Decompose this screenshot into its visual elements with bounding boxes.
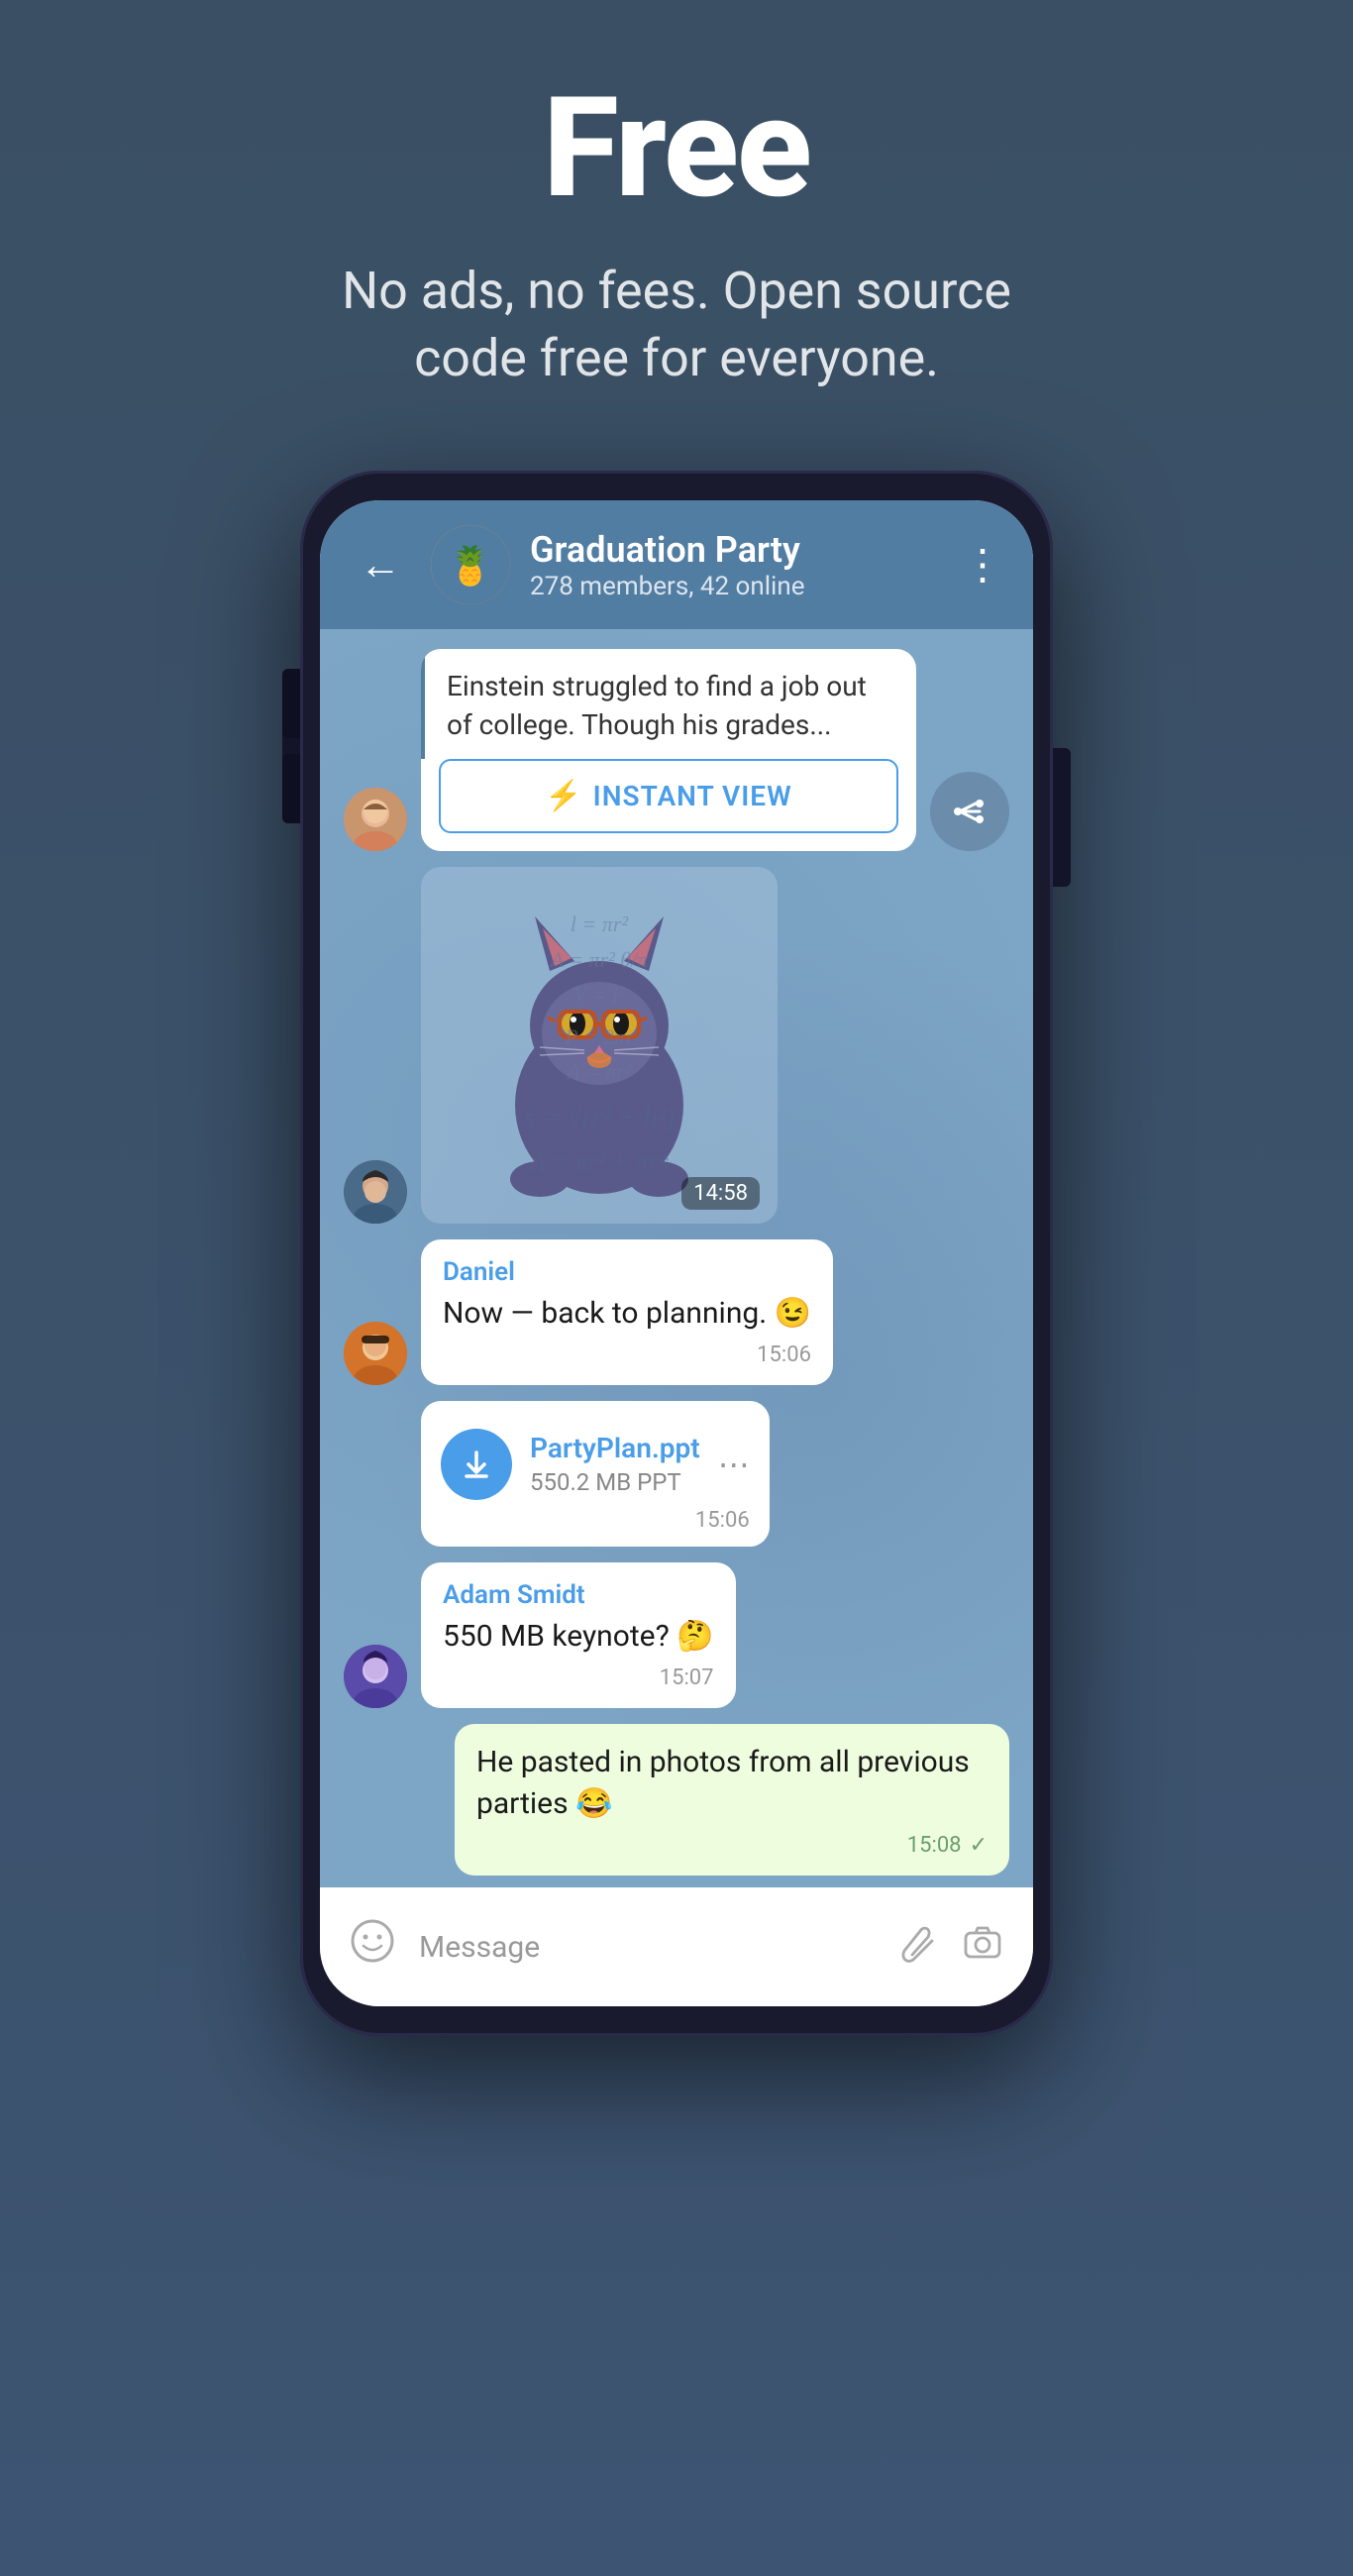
camera-button[interactable] [962, 1921, 1003, 1974]
message-text: 550 MB keynote? 🤔 [443, 1616, 714, 1658]
message-row: Adam Smidt 550 MB keynote? 🤔 15:07 [344, 1562, 1009, 1708]
user-avatar-girl [344, 788, 407, 851]
message-text: He pasted in photos from all previous pa… [476, 1742, 988, 1825]
instant-view-label: INSTANT VIEW [593, 780, 792, 812]
message-row: PartyPlan.ppt 550.2 MB PPT ⋯ 15:06 [344, 1401, 1009, 1547]
phone-side-button-right[interactable] [1053, 748, 1071, 887]
group-avatar-image: 🍍 [431, 525, 510, 604]
link-preview-bubble: Einstein struggled to find a job out of … [421, 649, 916, 850]
attachment-icon [896, 1921, 938, 1963]
message-bubble: Daniel Now — back to planning. 😉 15:06 [421, 1239, 833, 1385]
phone-side-buttons-left [282, 669, 300, 823]
message-row: Daniel Now — back to planning. 😉 15:06 [344, 1239, 1009, 1385]
avatar [344, 1322, 407, 1385]
user-avatar-guy3 [344, 1645, 407, 1708]
message-time: 15:07 [660, 1665, 714, 1690]
emoji-button[interactable] [350, 1918, 395, 1976]
sticker-message-row: l = πr² A = πr² θ/π V = l³ P = 2πr A = π… [344, 867, 1009, 1224]
phone-mockup: ← 🍍 Graduation Party 278 members, 42 onl… [300, 471, 1053, 2036]
back-button[interactable]: ← [350, 531, 411, 599]
share-icon [952, 794, 988, 829]
message-meta: 15:06 [443, 1342, 811, 1367]
message-meta: 15:08 ✓ [476, 1833, 988, 1858]
phone-screen: ← 🍍 Graduation Party 278 members, 42 onl… [320, 500, 1033, 2006]
share-button[interactable] [930, 772, 1009, 851]
avatar [344, 788, 407, 851]
file-options-button[interactable]: ⋯ [718, 1446, 750, 1483]
sticker-math-background: l = πr² A = πr² θ/π V = l³ P = 2πr A = π… [421, 867, 778, 1224]
download-icon [459, 1447, 494, 1482]
message-sender: Daniel [443, 1257, 811, 1287]
volume-up-button[interactable] [282, 669, 300, 738]
message-input-field[interactable]: Message [419, 1930, 873, 1965]
volume-down-button[interactable] [282, 754, 300, 823]
file-download-button[interactable] [441, 1429, 512, 1500]
group-name: Graduation Party [530, 529, 942, 572]
group-info: Graduation Party 278 members, 42 online [530, 529, 942, 601]
link-preview-text: Einstein struggled to find a job out of … [421, 649, 916, 758]
file-message-bubble: PartyPlan.ppt 550.2 MB PPT ⋯ 15:06 [421, 1401, 770, 1547]
sticker-background: l = πr² A = πr² θ/π V = l³ P = 2πr A = π… [421, 867, 778, 1224]
instant-view-button[interactable]: ⚡ INSTANT VIEW [439, 759, 898, 833]
attachment-button[interactable] [896, 1921, 938, 1974]
file-name: PartyPlan.ppt [530, 1432, 700, 1464]
avatar [344, 1645, 407, 1708]
message-sender: Adam Smidt [443, 1580, 714, 1610]
phone-outer: ← 🍍 Graduation Party 278 members, 42 onl… [300, 471, 1053, 2036]
chat-area: Einstein struggled to find a job out of … [320, 629, 1033, 1887]
sent-message-row: He pasted in photos from all previous pa… [344, 1724, 1009, 1876]
sticker-container: l = πr² A = πr² θ/π V = l³ P = 2πr A = π… [421, 867, 778, 1224]
lightning-icon: ⚡ [545, 779, 582, 813]
message-time: 15:08 [907, 1833, 962, 1858]
message-meta: 15:07 [443, 1665, 714, 1690]
message-text: Now — back to planning. 😉 [443, 1293, 811, 1335]
hero-title: Free [543, 79, 810, 218]
message-input-bar: Message [320, 1887, 1033, 2006]
group-avatar: 🍍 [431, 525, 510, 604]
hero-subtitle: No ads, no fees. Open source code free f… [280, 258, 1073, 391]
menu-button[interactable]: ⋮ [962, 540, 1003, 590]
user-avatar-guy2 [344, 1322, 407, 1385]
message-check-icon: ✓ [970, 1833, 988, 1858]
group-status: 278 members, 42 online [530, 572, 942, 601]
page-background: Free No ads, no fees. Open source code f… [0, 0, 1353, 2576]
file-size: 550.2 MB PPT [530, 1468, 700, 1496]
sent-message-bubble: He pasted in photos from all previous pa… [455, 1724, 1009, 1876]
avatar [344, 1160, 407, 1224]
file-info: PartyPlan.ppt 550.2 MB PPT [530, 1432, 700, 1496]
file-attachment: PartyPlan.ppt 550.2 MB PPT ⋯ [441, 1415, 750, 1500]
message-time: 15:06 [695, 1508, 750, 1533]
message-time: 15:06 [757, 1342, 811, 1367]
svg-text:🍍: 🍍 [447, 544, 493, 589]
message-bubble: Adam Smidt 550 MB keynote? 🤔 15:07 [421, 1562, 736, 1708]
message-row: Einstein struggled to find a job out of … [344, 649, 1009, 850]
sticker-time: 14:58 [681, 1177, 760, 1210]
message-meta: 15:06 [441, 1508, 750, 1533]
emoji-icon [350, 1918, 395, 1964]
app-bar: ← 🍍 Graduation Party 278 members, 42 onl… [320, 500, 1033, 629]
camera-icon [962, 1921, 1003, 1963]
user-avatar-guy1 [344, 1160, 407, 1224]
